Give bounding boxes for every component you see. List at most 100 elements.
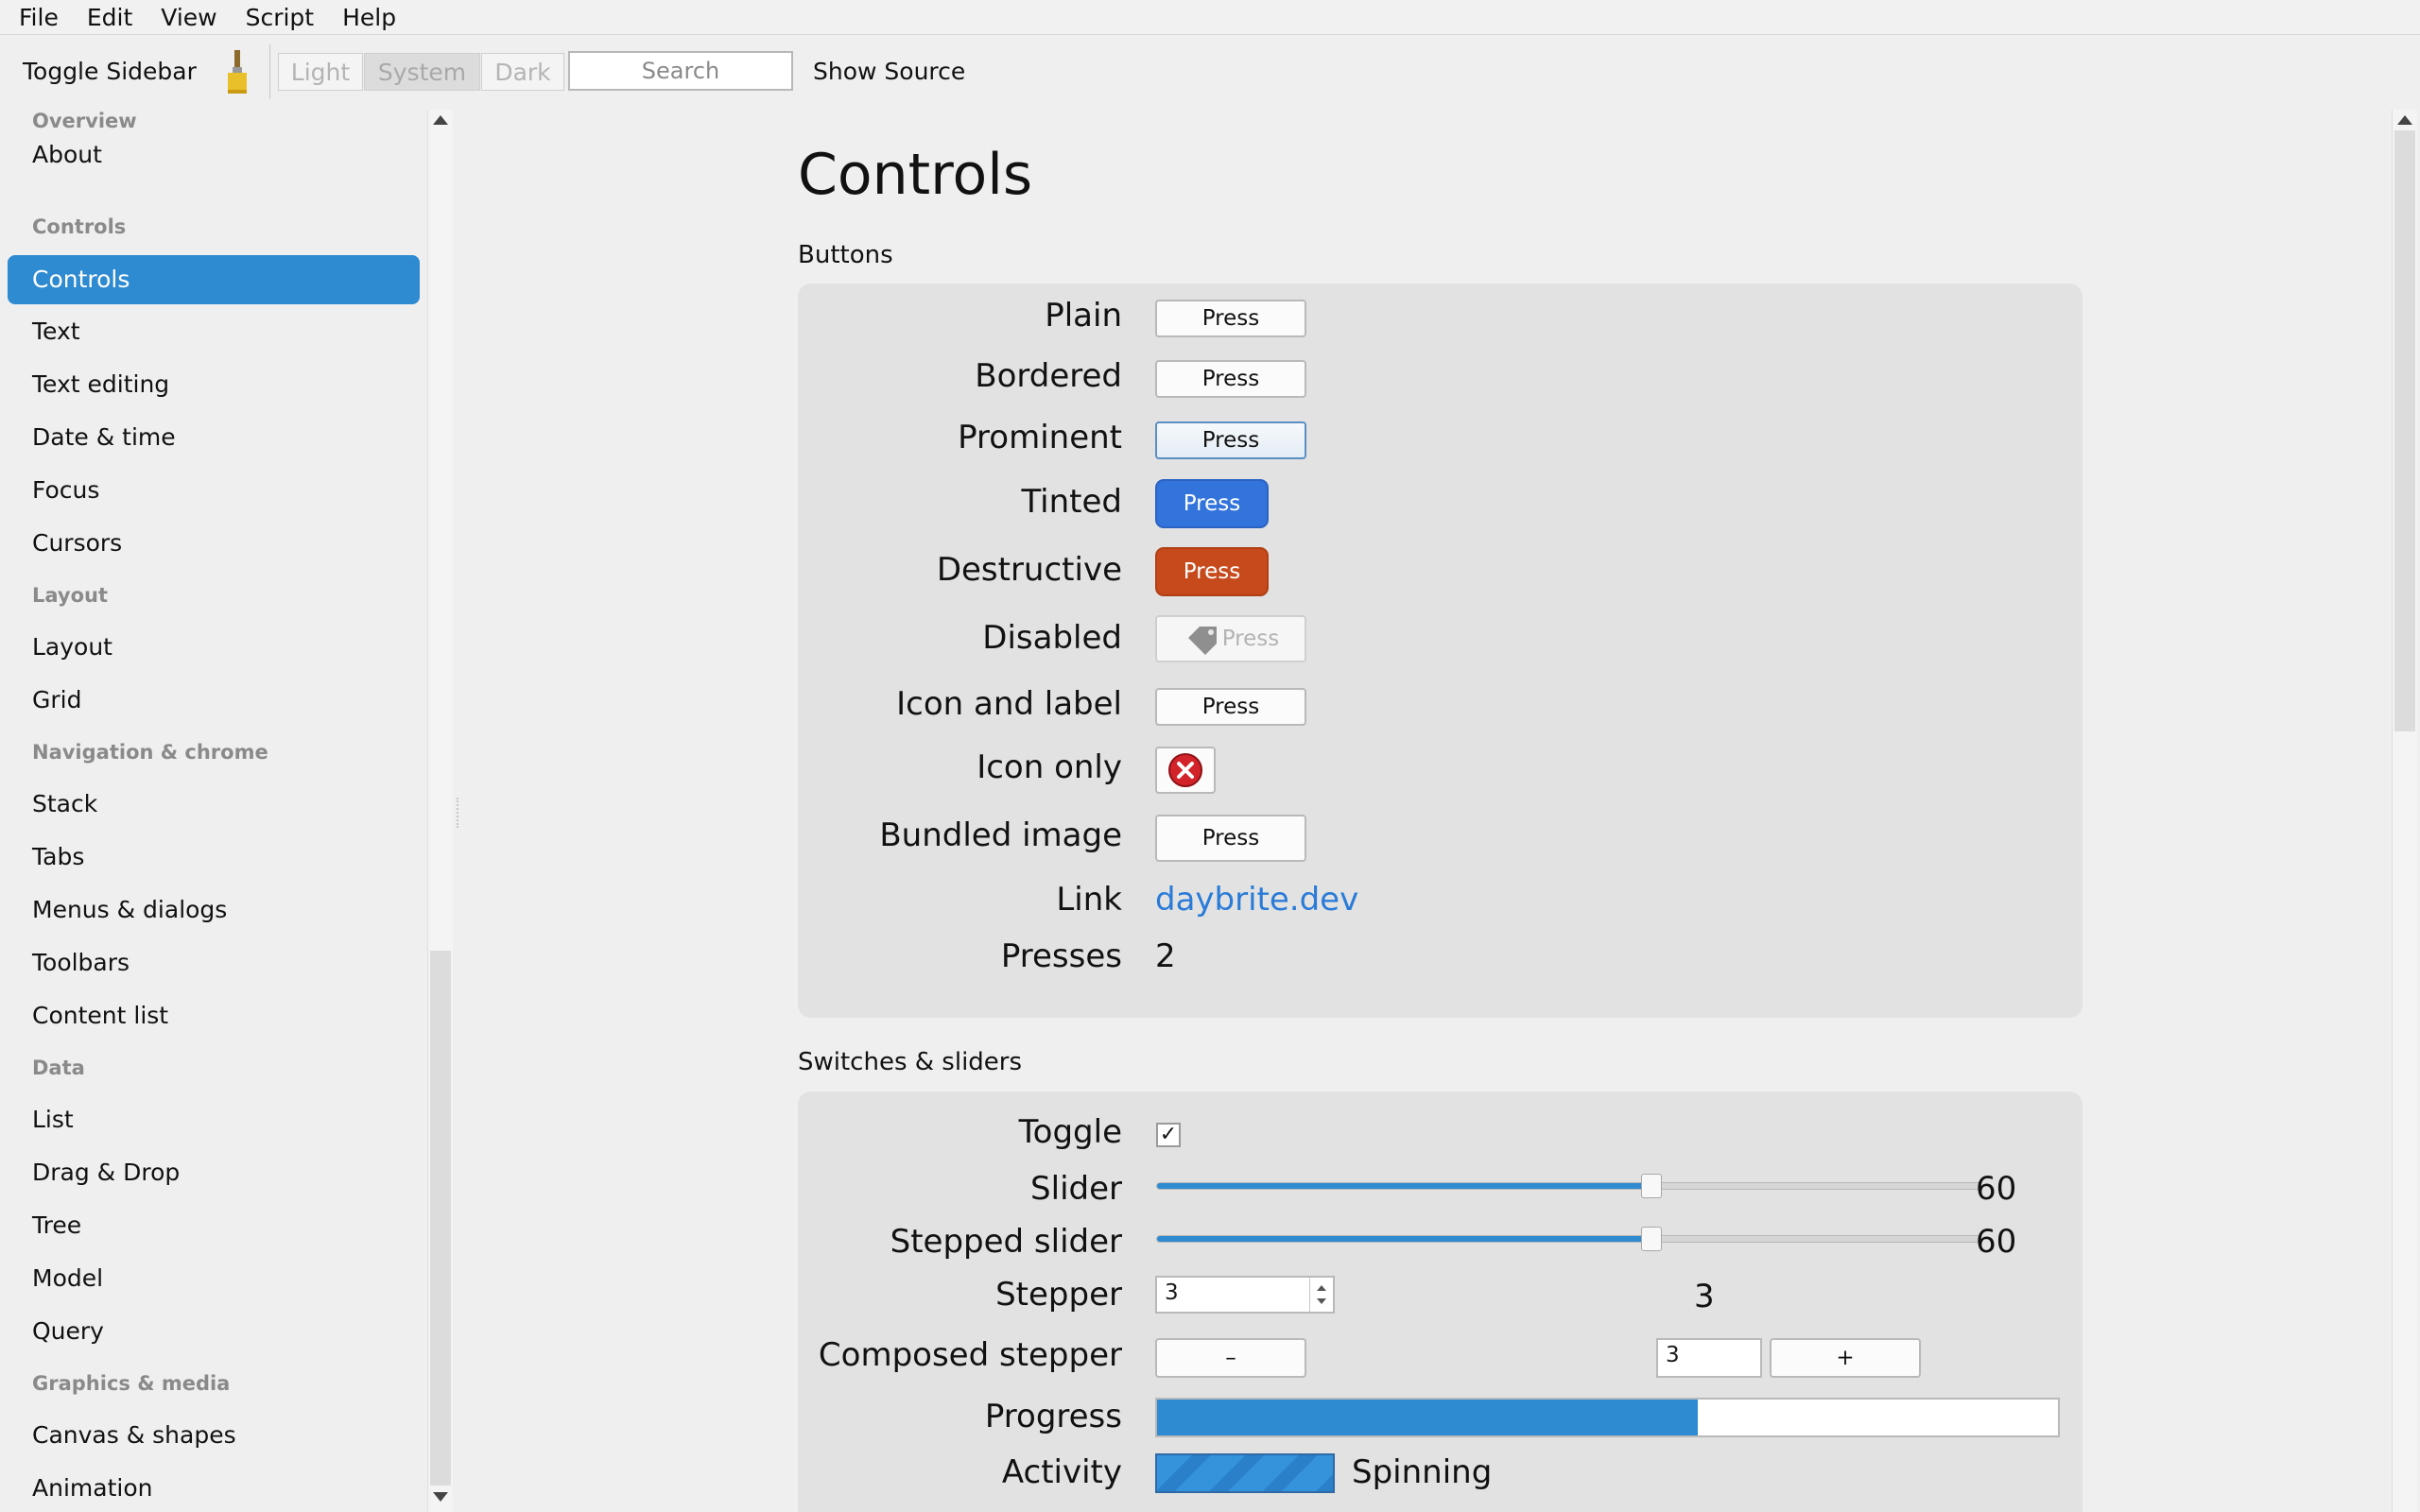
sidebar-item-model[interactable]: Model — [8, 1254, 420, 1303]
sidebar-item-list[interactable]: List — [8, 1095, 420, 1144]
row-label-stepper: Stepper — [995, 1276, 1122, 1314]
row-label-slider: Slider — [1030, 1170, 1122, 1208]
paintbrush-icon[interactable] — [223, 48, 251, 95]
main-content: Controls Buttons Plain Press Bordered Pr… — [452, 110, 2390, 1512]
row-label-composed-stepper: Composed stepper — [818, 1336, 1122, 1374]
stepper-field-value: 3 — [1165, 1280, 1179, 1305]
stepper-up-down-icon[interactable] — [1310, 1278, 1333, 1312]
menu-edit[interactable]: Edit — [87, 4, 147, 31]
sidebar-scroll-thumb[interactable] — [430, 951, 451, 1486]
progress-bar — [1155, 1398, 2060, 1437]
sidebar-item-focus[interactable]: Focus — [8, 466, 420, 515]
sidebar-item-drag-drop[interactable]: Drag & Drop — [8, 1148, 420, 1197]
sidebar-item-menus-dialogs[interactable]: Menus & dialogs — [8, 885, 420, 935]
sidebar-item-date-time[interactable]: Date & time — [8, 413, 420, 462]
daybrite-link[interactable]: daybrite.dev — [1155, 881, 1358, 919]
slider-knob[interactable] — [1640, 1174, 1662, 1198]
row-label-icon-only: Icon only — [977, 748, 1122, 786]
sidebar-header-controls: Controls — [32, 215, 127, 238]
row-label-plain: Plain — [1045, 297, 1122, 335]
sidebar-item-tabs[interactable]: Tabs — [8, 833, 420, 882]
stepped-slider-knob[interactable] — [1640, 1227, 1662, 1251]
sidebar-item-canvas-shapes[interactable]: Canvas & shapes — [8, 1411, 420, 1460]
sidebar-item-content-list[interactable]: Content list — [8, 991, 420, 1040]
prominent-press-button[interactable]: Press — [1155, 421, 1306, 459]
stepper-arrows[interactable] — [1309, 1278, 1333, 1312]
disabled-press-button: Press — [1155, 615, 1306, 662]
disabled-press-label: Press — [1221, 627, 1280, 651]
activity-indicator — [1155, 1453, 1335, 1493]
scroll-down-arrow-icon[interactable] — [433, 1492, 448, 1502]
row-label-tinted: Tinted — [1021, 483, 1122, 521]
scroll-up-arrow-icon[interactable] — [433, 115, 448, 125]
menubar: File Edit View Script Help — [0, 0, 2420, 35]
tag-icon — [1187, 627, 1217, 655]
tinted-press-button[interactable]: Press — [1155, 479, 1269, 528]
show-source-button[interactable]: Show Source — [813, 58, 965, 85]
sidebar-header-layout: Layout — [32, 584, 109, 607]
sidebar-scrollbar[interactable] — [427, 110, 453, 1512]
sidebar-item-text-editing[interactable]: Text editing — [8, 360, 420, 409]
plain-press-button[interactable]: Press — [1155, 300, 1306, 337]
appearance-light[interactable]: Light — [278, 53, 363, 91]
icon-only-button[interactable] — [1155, 747, 1216, 794]
sidebar-item-query[interactable]: Query — [8, 1307, 420, 1356]
menu-view[interactable]: View — [161, 4, 232, 31]
row-label-presses: Presses — [1000, 937, 1122, 975]
row-label-icon-and-label: Icon and label — [896, 685, 1122, 723]
content-scroll-up-arrow-icon[interactable] — [2397, 115, 2412, 125]
sidebar-item-grid[interactable]: Grid — [8, 676, 420, 725]
sidebar-item-text[interactable]: Text — [8, 307, 420, 356]
close-circle-icon — [1168, 753, 1202, 787]
sidebar-item-tree[interactable]: Tree — [8, 1201, 420, 1250]
toolbar-separator — [269, 44, 270, 99]
sidebar-item-layout[interactable]: Layout — [8, 623, 420, 672]
row-label-link: Link — [1056, 881, 1122, 919]
menu-script[interactable]: Script — [246, 4, 330, 31]
appearance-system[interactable]: System — [364, 53, 480, 91]
search-input[interactable] — [568, 51, 793, 91]
sidebar-item-animation[interactable]: Animation — [8, 1464, 420, 1512]
sidebar-item-cursors[interactable]: Cursors — [8, 519, 420, 568]
sidebar-item-controls[interactable]: Controls — [8, 255, 420, 304]
stepper-field[interactable]: 3 — [1155, 1276, 1335, 1314]
destructive-press-button[interactable]: Press — [1155, 547, 1269, 596]
sidebar-header-navigation: Navigation & chrome — [32, 741, 268, 764]
row-label-bundled-image: Bundled image — [879, 816, 1122, 854]
sidebar: Overview About Controls Controls Text Te… — [0, 110, 427, 1512]
sidebar-item-toolbars[interactable]: Toolbars — [8, 938, 420, 988]
appearance-dark[interactable]: Dark — [481, 53, 564, 91]
stepped-slider-value: 60 — [1976, 1223, 2017, 1261]
bundled-image-press-button[interactable]: Press — [1155, 815, 1306, 862]
section-title-buttons: Buttons — [798, 241, 893, 269]
sidebar-item-about[interactable]: About — [8, 130, 420, 180]
content-scrollbar[interactable] — [2392, 110, 2417, 1512]
content-scroll-thumb[interactable] — [2394, 130, 2415, 731]
row-label-toggle: Toggle — [1018, 1113, 1122, 1151]
stepped-slider[interactable] — [1156, 1227, 1981, 1251]
presses-count: 2 — [1155, 937, 1176, 975]
bordered-press-button[interactable]: Press — [1155, 360, 1306, 398]
sidebar-item-stack[interactable]: Stack — [8, 780, 420, 829]
icon-and-label-press-button[interactable]: Press — [1155, 688, 1306, 726]
sidebar-header-graphics: Graphics & media — [32, 1372, 231, 1395]
decrement-button[interactable]: – — [1155, 1338, 1306, 1378]
page-title: Controls — [798, 142, 1033, 208]
increment-button[interactable]: + — [1770, 1338, 1921, 1378]
section-title-switches: Switches & sliders — [798, 1048, 1023, 1076]
stepped-slider-fill — [1157, 1236, 1651, 1242]
slider-value: 60 — [1976, 1170, 2017, 1208]
menu-help[interactable]: Help — [342, 4, 411, 31]
slider-fill — [1157, 1183, 1651, 1189]
toggle-sidebar-button[interactable]: Toggle Sidebar — [23, 58, 197, 85]
toolbar: Toggle Sidebar Light System Dark Show So… — [0, 35, 2420, 109]
composed-stepper-field[interactable]: 3 — [1656, 1338, 1762, 1378]
row-label-prominent: Prominent — [958, 419, 1122, 456]
menu-file[interactable]: File — [19, 4, 74, 31]
composed-stepper-value: 3 — [1666, 1343, 1680, 1367]
row-label-activity: Activity — [1001, 1453, 1122, 1491]
slider[interactable] — [1156, 1174, 1981, 1198]
row-label-disabled: Disabled — [982, 619, 1122, 657]
row-label-bordered: Bordered — [975, 357, 1122, 395]
toggle-checkbox[interactable]: ✓ — [1156, 1123, 1181, 1147]
